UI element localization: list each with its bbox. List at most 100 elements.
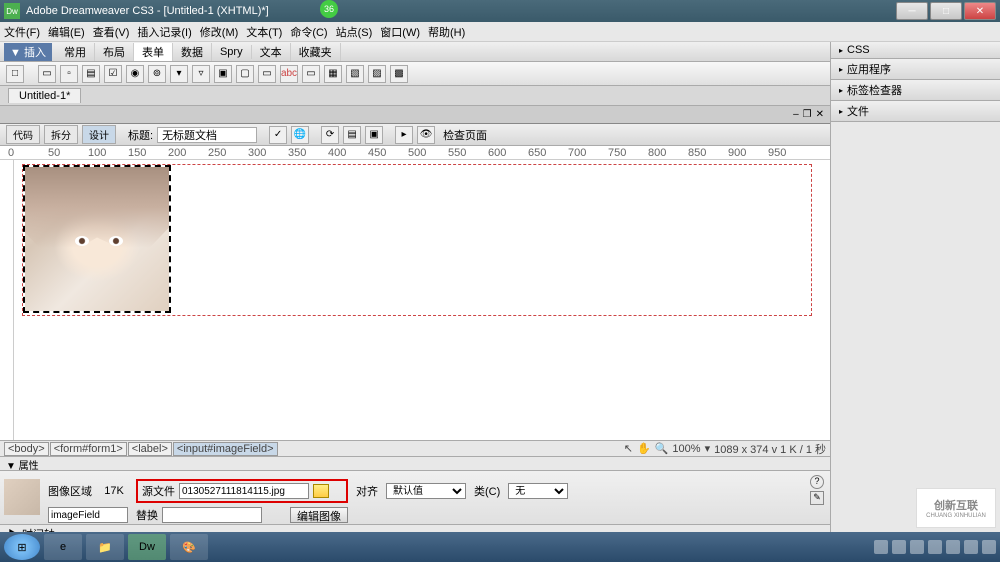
panel-css[interactable]: CSS [831,42,1000,58]
src-input[interactable] [179,483,309,499]
tab-favorites[interactable]: 收藏夹 [291,43,341,61]
textfield-icon[interactable]: ▭ [38,65,56,83]
spry-checkbox-icon[interactable]: ▩ [390,65,408,83]
code-view-button[interactable]: 代码 [6,125,40,144]
taskbar-paint-icon[interactable]: 🎨 [170,534,208,560]
tray-network-icon[interactable] [982,540,996,554]
design-canvas[interactable] [0,160,830,440]
menu-window[interactable]: 窗口(W) [380,24,420,40]
menu-modify[interactable]: 修改(M) [200,24,239,40]
document-tab-bar: Untitled-1* [0,86,830,106]
minimize-button[interactable]: ─ [896,2,928,20]
tag-body[interactable]: <body> [4,442,49,456]
tab-common[interactable]: 常用 [56,43,95,61]
tab-forms[interactable]: 表单 [134,43,173,61]
panel-tag-inspector[interactable]: 标签检查器 [831,80,1000,100]
checkbox-icon[interactable]: ☑ [104,65,122,83]
tag-label[interactable]: <label> [128,442,172,456]
menu-text[interactable]: 文本(T) [246,24,282,40]
vertical-ruler [0,160,14,440]
taskbar-explorer-icon[interactable]: 📁 [86,534,124,560]
insert-label[interactable]: ▼ 插入 [4,43,52,61]
split-view-button[interactable]: 拆分 [44,125,78,144]
menu-insert[interactable]: 插入记录(I) [137,24,191,40]
spry-textfield-icon[interactable]: ▧ [346,65,364,83]
jumpmenu-icon[interactable]: ▿ [192,65,210,83]
textarea-icon[interactable]: ▤ [82,65,100,83]
tab-text[interactable]: 文本 [252,43,291,61]
properties-header[interactable]: ▼ 属性 [0,456,830,470]
taskbar-ie-icon[interactable]: e [44,534,82,560]
src-label: 源文件 [142,483,175,499]
close-button[interactable]: ✕ [964,2,996,20]
form-outline[interactable] [22,164,812,316]
tray-icon[interactable] [910,540,924,554]
tag-input[interactable]: <input#imageField> [173,442,278,456]
alt-input[interactable] [162,507,262,523]
notification-badge[interactable]: 36 [320,0,338,18]
class-select[interactable]: 无 [508,483,568,499]
tray-icon[interactable] [892,540,906,554]
visual-aids-icon[interactable]: 👁 [417,126,435,144]
doc-close-icon[interactable]: ✕ [816,109,824,120]
doc-restore-icon[interactable]: ❐ [803,109,812,120]
menu-view[interactable]: 查看(V) [93,24,130,40]
preview-icon[interactable]: ▣ [365,126,383,144]
tray-icon[interactable] [946,540,960,554]
fieldset-icon[interactable]: ▭ [302,65,320,83]
hidden-icon[interactable]: ▫ [60,65,78,83]
check-page-label[interactable]: 检查页面 [443,127,487,143]
spry-validation-icon[interactable]: ▦ [324,65,342,83]
browse-folder-icon[interactable] [313,484,329,498]
label-icon[interactable]: abc [280,65,298,83]
zoom-icon[interactable]: 🔍 [655,442,669,455]
help-icon[interactable]: ? [810,475,824,489]
menu-site[interactable]: 站点(S) [336,24,373,40]
list-icon[interactable]: ▾ [170,65,188,83]
doc-minimize-icon[interactable]: – [793,109,799,120]
radiogroup-icon[interactable]: ⊚ [148,65,166,83]
filefield-icon[interactable]: ▢ [236,65,254,83]
refresh-icon[interactable]: ⟳ [321,126,339,144]
maximize-button[interactable]: □ [930,2,962,20]
spry-textarea-icon[interactable]: ▨ [368,65,386,83]
pointer-icon[interactable]: ↖ [624,442,633,455]
globe-icon[interactable]: 🌐 [291,126,309,144]
start-button[interactable]: ⊞ [4,534,40,560]
tab-data[interactable]: 数据 [173,43,212,61]
imagefield-icon[interactable]: ▣ [214,65,232,83]
menu-help[interactable]: 帮助(H) [428,24,465,40]
app-logo-icon: Dw [4,3,20,19]
menu-edit[interactable]: 编辑(E) [48,24,85,40]
panel-files[interactable]: 文件 [831,101,1000,121]
image-field[interactable] [23,165,171,313]
window-title: Adobe Dreamweaver CS3 - [Untitled-1 (XHT… [26,5,896,17]
menu-commands[interactable]: 命令(C) [290,24,327,40]
title-input[interactable] [157,127,257,143]
tab-spry[interactable]: Spry [212,45,252,59]
menu-file[interactable]: 文件(F) [4,24,40,40]
align-select[interactable]: 默认值 [386,483,466,499]
taskbar-dreamweaver-icon[interactable]: Dw [128,534,166,560]
zoom-value[interactable]: 100% [672,443,700,455]
edit-image-button[interactable]: 编辑图像 [290,507,348,523]
insert-toolbar: □ ▭ ▫ ▤ ☑ ◉ ⊚ ▾ ▿ ▣ ▢ ▭ abc ▭ ▦ ▧ ▨ ▩ [0,62,830,86]
form-icon[interactable]: □ [6,65,24,83]
quick-tag-icon[interactable]: ✎ [810,491,824,505]
tray-icon[interactable] [874,540,888,554]
button-icon[interactable]: ▭ [258,65,276,83]
hand-icon[interactable]: ✋ [637,442,651,455]
name-input[interactable] [48,507,128,523]
validate-icon[interactable]: ▸ [395,126,413,144]
panel-application[interactable]: 应用程序 [831,59,1000,79]
tray-icon[interactable] [928,540,942,554]
document-tab[interactable]: Untitled-1* [8,88,81,103]
side-panels: CSS 应用程序 标签检查器 文件 [830,42,1000,542]
design-view-button[interactable]: 设计 [82,125,116,144]
check-browser-icon[interactable]: ✓ [269,126,287,144]
tray-volume-icon[interactable] [964,540,978,554]
tab-layout[interactable]: 布局 [95,43,134,61]
file-mgmt-icon[interactable]: ▤ [343,126,361,144]
tag-form[interactable]: <form#form1> [50,442,127,456]
radio-icon[interactable]: ◉ [126,65,144,83]
